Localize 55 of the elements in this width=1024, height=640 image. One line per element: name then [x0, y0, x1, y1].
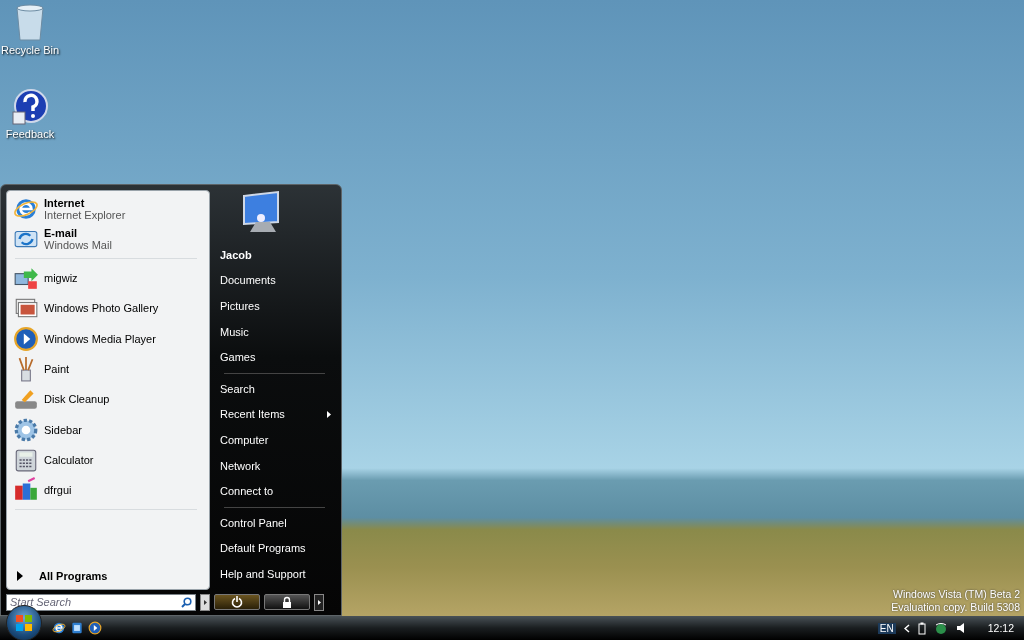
gear-icon [13, 416, 39, 443]
program-item[interactable]: Disk Cleanup [11, 384, 205, 415]
padlock-icon [281, 596, 293, 608]
places-item[interactable]: Recent Items [220, 401, 331, 428]
places-item[interactable]: Help and Support [220, 561, 331, 587]
build-notice-text: Windows Vista (TM) Beta 2 [893, 588, 1020, 601]
places-item[interactable]: Control Panel [220, 509, 331, 536]
pinned-program-item[interactable]: Internet Internet Explorer [11, 194, 205, 224]
clock-text[interactable]: 12:12 [987, 622, 1014, 634]
show-hidden-icons-button[interactable] [903, 623, 910, 633]
power-icon [231, 596, 243, 608]
quick-launch-button[interactable] [86, 619, 104, 637]
places-item[interactable]: Search [220, 375, 331, 402]
submenu-arrow-icon [327, 410, 331, 418]
places-item[interactable]: Connect to [220, 478, 331, 504]
places-item[interactable]: Games [220, 344, 331, 370]
places-item[interactable]: Pictures [220, 293, 331, 319]
power-options-button[interactable] [314, 593, 324, 611]
places-item[interactable]: Computer [220, 427, 331, 453]
play-disc-icon [88, 621, 102, 635]
places-item[interactable]: Jacob [220, 242, 331, 268]
lock-button[interactable] [264, 594, 310, 610]
all-programs-item[interactable]: All Programs [11, 566, 205, 586]
help-question-icon [11, 88, 49, 126]
power-button[interactable] [214, 594, 260, 610]
program-item[interactable]: migwiz [11, 263, 205, 294]
build-notice-text: Evaluation copy. Build 5308 [891, 601, 1020, 614]
program-item[interactable]: Sidebar [11, 414, 205, 445]
network-globe-icon [933, 621, 948, 635]
program-item[interactable]: dfrgui [11, 475, 205, 506]
search-options-button[interactable] [200, 593, 210, 611]
window-switch-icon [70, 621, 84, 635]
places-item[interactable]: Network [220, 452, 331, 479]
language-indicator[interactable]: EN [877, 622, 896, 634]
places-item[interactable]: Music [220, 318, 331, 345]
program-item[interactable]: Calculator [11, 444, 205, 476]
places-item[interactable]: Documents [220, 267, 331, 294]
start-button[interactable] [6, 605, 42, 640]
globe-e-icon [52, 621, 66, 635]
triangle-right-icon [317, 599, 321, 605]
triangle-right-icon [17, 571, 23, 581]
chevron-left-icon [903, 623, 910, 633]
program-item[interactable]: Windows Photo Gallery [11, 293, 205, 324]
program-item[interactable]: Paint [11, 353, 205, 385]
pinned-program-item[interactable]: E-mail Windows Mail [11, 224, 205, 254]
places-item[interactable]: Default Programs [220, 535, 331, 562]
search-icon [181, 596, 192, 608]
computer-arrow-icon [13, 265, 39, 292]
battery-icon [917, 621, 926, 635]
play-disc-icon [13, 325, 39, 352]
triangle-right-icon [203, 599, 207, 605]
globe-e-icon [13, 196, 39, 222]
program-item[interactable]: Windows Media Player [11, 323, 205, 354]
windows-flag-icon [15, 614, 33, 632]
search-field[interactable]: Start Search [6, 593, 196, 611]
